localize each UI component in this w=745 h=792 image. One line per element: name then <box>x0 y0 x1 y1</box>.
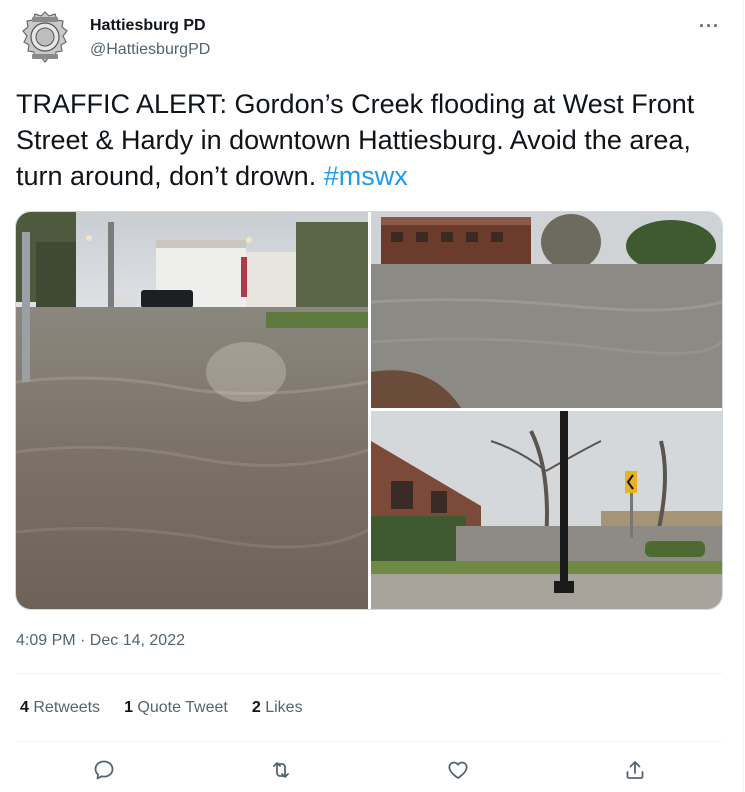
tweet-actions <box>16 750 722 790</box>
divider <box>16 741 722 742</box>
tweet-stats: 4 Retweets 1 Quote Tweet 2 Likes <box>20 699 303 717</box>
page-border <box>743 0 744 792</box>
retweet-icon <box>273 762 289 778</box>
retweets-count: 4 <box>20 699 29 716</box>
share-button[interactable] <box>621 756 649 784</box>
share-icon <box>626 761 644 779</box>
reply-button[interactable] <box>90 756 118 784</box>
flooded-street-photo <box>16 212 368 609</box>
tweet-header: Hattiesburg PD @HattiesburgPD ··· <box>16 10 728 70</box>
author-handle[interactable]: @HattiesburgPD <box>90 41 210 59</box>
author-name[interactable]: Hattiesburg PD <box>90 17 206 35</box>
flooded-park-photo <box>371 212 722 408</box>
retweets-stat[interactable]: 4 Retweets <box>20 699 100 717</box>
photo-flooded-street[interactable] <box>16 212 368 609</box>
likes-stat[interactable]: 2 Likes <box>252 699 303 717</box>
more-options-icon[interactable]: ··· <box>699 16 720 37</box>
photo-flooded-building[interactable] <box>371 411 722 609</box>
retweet-button[interactable] <box>267 756 295 784</box>
reply-icon <box>94 760 114 780</box>
retweets-label: Retweets <box>33 699 101 716</box>
quote-tweets-count: 1 <box>124 699 133 716</box>
likes-label: Likes <box>265 699 303 716</box>
likes-count: 2 <box>251 699 261 716</box>
quote-tweets-stat[interactable]: 1 Quote Tweet <box>124 699 228 717</box>
avatar[interactable] <box>20 10 70 70</box>
tweet-text: TRAFFIC ALERT: Gordon’s Creek flooding a… <box>16 86 716 194</box>
photo-flooded-park[interactable] <box>371 212 722 408</box>
like-button[interactable] <box>444 756 472 784</box>
media-grid <box>15 211 723 610</box>
tweet-timestamp[interactable]: 4:09 PM · Dec 14, 2022 <box>16 632 185 650</box>
hashtag-link[interactable]: #mswx <box>324 161 408 191</box>
police-badge-icon <box>22 11 68 63</box>
divider <box>16 673 722 674</box>
flooded-building-photo <box>371 411 722 609</box>
like-icon <box>448 761 468 779</box>
quote-tweets-label: Quote Tweet <box>137 699 228 716</box>
